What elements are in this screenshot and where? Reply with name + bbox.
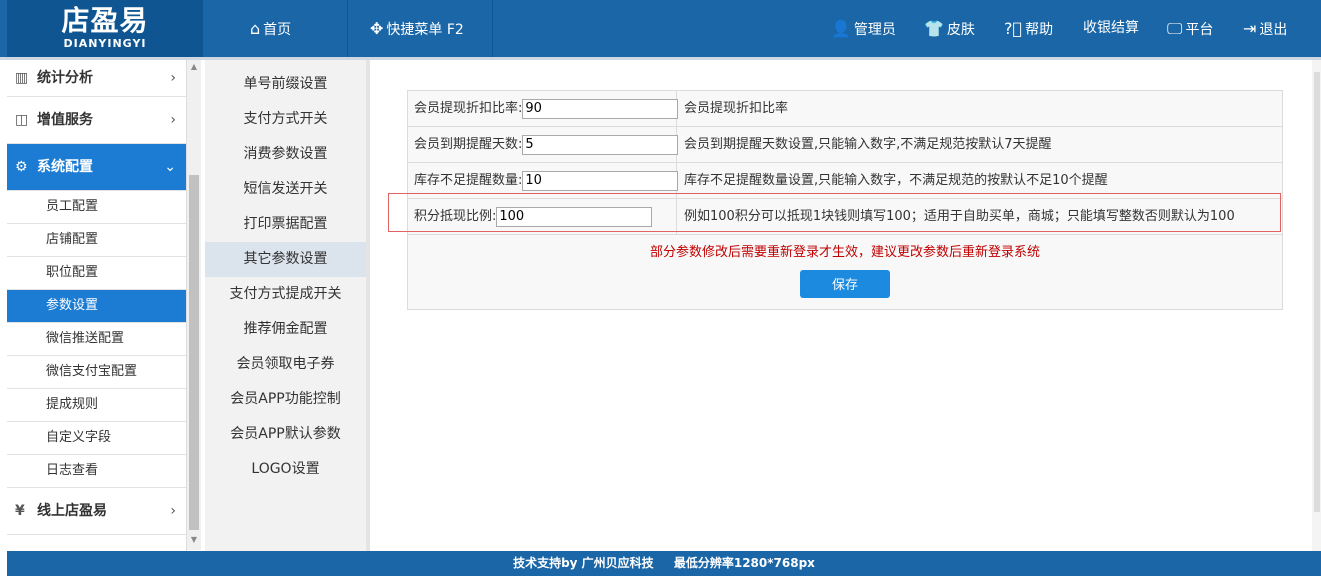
chevron-right-icon: › <box>170 70 176 86</box>
user-icon: 👤 <box>831 19 851 38</box>
logo-cn: 店盈易 <box>61 4 149 37</box>
sidebar-sub-params[interactable]: 参数设置 <box>7 290 186 323</box>
sidebar-item-label: 系统配置 <box>37 159 93 175</box>
form-row-withdraw-discount: 会员提现折扣比率: 会员提现折扣比率 <box>408 91 1282 127</box>
sidebar: ▥ 统计分析 › ◫ 增值服务 › ⚙ 系统配置 ⌄ 员工配置 店铺配置 职位配置 参… <box>7 60 187 551</box>
nav-home[interactable]: ⌂ 首页 <box>250 0 291 57</box>
chevron-right-icon: › <box>170 112 176 128</box>
subnav-payment-commission[interactable]: 支付方式提成开关 <box>205 277 366 312</box>
sidebar-item-online[interactable]: ¥ 线上店盈易 › <box>7 488 186 535</box>
expire-days-desc: 会员到期提醒天数设置,只能输入数字,不满足规范按默认7天提醒 <box>684 137 1052 152</box>
chevron-down-icon: ⌄ <box>164 159 176 175</box>
withdraw-discount-desc: 会员提现折扣比率 <box>684 101 789 116</box>
yen-monitor-icon: ¥ <box>15 503 25 519</box>
subnav-print-config[interactable]: 打印票据配置 <box>205 207 366 242</box>
stock-alert-label: 库存不足提醒数量: <box>414 173 523 188</box>
sidebar-sub-wechat-push[interactable]: 微信推送配置 <box>7 323 186 356</box>
subnav-sms-switch[interactable]: 短信发送开关 <box>205 172 366 207</box>
withdraw-discount-input[interactable] <box>522 98 679 119</box>
nav-separator <box>347 0 348 57</box>
help-icon: ?⃝ <box>1004 19 1023 38</box>
nav-quick-menu-label: 快捷菜单 F2 <box>386 22 464 38</box>
sidebar-item-label: 统计分析 <box>37 70 93 86</box>
subnav-other-params[interactable]: 其它参数设置 <box>205 242 366 277</box>
nav-logout[interactable]: ⇥ 退出 <box>1243 0 1287 57</box>
expire-days-label: 会员到期提醒天数: <box>414 137 523 152</box>
sidebar-item-label: 增值服务 <box>37 112 93 128</box>
subnav-payment-switch[interactable]: 支付方式开关 <box>205 102 366 137</box>
top-header: 店盈易 DIANYINGYI ⌂ 首页 ✥ 快捷菜单 F2 👤 管理员 👕 皮肤 ?⃝ 帮… <box>0 0 1321 57</box>
nav-quick-menu[interactable]: ✥ 快捷菜单 F2 <box>370 0 464 57</box>
form-row-points-ratio: 积分抵现比例: 例如100积分可以抵现1块钱则填写100；适用于自助买单，商城；… <box>408 199 1282 235</box>
nav-separator <box>492 0 493 57</box>
stock-alert-input[interactable] <box>522 170 679 191</box>
form-row-expire-days: 会员到期提醒天数: 会员到期提醒天数设置,只能输入数字,不满足规范按默认7天提醒 <box>408 127 1282 163</box>
nav-logout-label: 退出 <box>1259 22 1288 38</box>
logo-en: DIANYINGYI <box>63 37 147 50</box>
footer-resolution: 最低分辨率1280*768px <box>673 556 815 570</box>
sidebar-sub-store[interactable]: 店铺配置 <box>7 224 186 257</box>
logo: 店盈易 DIANYINGYI <box>7 0 203 57</box>
sidebar-item-value-added[interactable]: ◫ 增值服务 › <box>7 97 186 144</box>
nav-skin-label: 皮肤 <box>946 22 975 38</box>
form-row-stock-alert: 库存不足提醒数量: 库存不足提醒数量设置,只能输入数字，不满足规范的按默认不足1… <box>408 163 1282 199</box>
subnav-app-defaults[interactable]: 会员APP默认参数 <box>205 417 366 452</box>
scroll-thumb[interactable] <box>1314 72 1320 512</box>
content-scrollbar[interactable] <box>1312 60 1321 551</box>
nav-help-label: 帮助 <box>1025 22 1054 38</box>
logout-icon: ⇥ <box>1243 19 1257 38</box>
nav-help[interactable]: ?⃝ 帮助 <box>1004 0 1053 57</box>
sidebar-scrollbar[interactable]: ▲ ▼ <box>187 60 201 550</box>
settings-subnav: 单号前缀设置 支付方式开关 消费参数设置 短信发送开关 打印票据配置 其它参数设… <box>205 60 366 551</box>
footer-support: 技术支持by 广州贝应科技 <box>513 556 654 570</box>
move-icon: ✥ <box>370 19 384 38</box>
nav-checkout[interactable]: 收银结算 <box>1083 0 1139 57</box>
shirt-icon: 👕 <box>924 19 944 38</box>
sidebar-item-label: 线上店盈易 <box>37 503 107 519</box>
footer: 技术支持by 广州贝应科技 最低分辨率1280*768px <box>7 551 1321 576</box>
nav-checkout-label: 收银结算 <box>1083 20 1139 36</box>
sidebar-sub-staff[interactable]: 员工配置 <box>7 191 186 224</box>
withdraw-discount-label: 会员提现折扣比率: <box>414 101 523 116</box>
points-ratio-desc: 例如100积分可以抵现1块钱则填写100；适用于自助买单，商城；只能填写整数否则… <box>684 209 1235 224</box>
sidebar-item-stats[interactable]: ▥ 统计分析 › <box>7 60 186 97</box>
subnav-referral-commission[interactable]: 推荐佣金配置 <box>205 312 366 347</box>
sidebar-sub-wechat-alipay[interactable]: 微信支付宝配置 <box>7 356 186 389</box>
stock-alert-desc: 库存不足提醒数量设置,只能输入数字，不满足规范的按默认不足10个提醒 <box>684 173 1108 188</box>
map-icon: ◫ <box>15 112 29 128</box>
points-ratio-label: 积分抵现比例: <box>414 209 497 224</box>
sidebar-sub-position[interactable]: 职位配置 <box>7 257 186 290</box>
monitor-icon: 🖵 <box>1167 19 1183 38</box>
scroll-thumb[interactable] <box>189 175 199 530</box>
nav-skin[interactable]: 👕 皮肤 <box>924 0 975 57</box>
sidebar-sub-custom-fields[interactable]: 自定义字段 <box>7 422 186 455</box>
save-button[interactable]: 保存 <box>800 270 890 298</box>
gear-icon: ⚙ <box>15 159 28 175</box>
subnav-consume-params[interactable]: 消费参数设置 <box>205 137 366 172</box>
params-form: 会员提现折扣比率: 会员提现折扣比率 会员到期提醒天数: 会员到期提醒天数设置,… <box>407 90 1283 310</box>
main-content: 会员提现折扣比率: 会员提现折扣比率 会员到期提醒天数: 会员到期提醒天数设置,… <box>370 60 1310 551</box>
points-ratio-input[interactable] <box>496 206 653 227</box>
nav-admin-label: 管理员 <box>853 22 896 38</box>
nav-platform-label: 平台 <box>1185 22 1214 38</box>
chevron-right-icon: › <box>170 503 176 519</box>
nav-home-label: 首页 <box>263 22 292 38</box>
subnav-logo[interactable]: LOGO设置 <box>205 452 366 487</box>
subnav-app-control[interactable]: 会员APP功能控制 <box>205 382 366 417</box>
scroll-up-icon[interactable]: ▲ <box>187 62 201 71</box>
chart-icon: ▥ <box>15 70 29 86</box>
home-icon: ⌂ <box>250 19 261 38</box>
subnav-member-coupon[interactable]: 会员领取电子券 <box>205 347 366 382</box>
expire-days-input[interactable] <box>522 134 679 155</box>
nav-admin[interactable]: 👤 管理员 <box>831 0 896 57</box>
sidebar-item-system-config[interactable]: ⚙ 系统配置 ⌄ <box>7 144 186 191</box>
scroll-down-icon[interactable]: ▼ <box>187 535 201 544</box>
sidebar-sub-logs[interactable]: 日志查看 <box>7 455 186 488</box>
relogin-notice: 部分参数修改后需要重新登录才生效，建议更改参数后重新登录系统 <box>649 245 1040 260</box>
nav-platform[interactable]: 🖵 平台 <box>1167 0 1213 57</box>
sidebar-sub-commission[interactable]: 提成规则 <box>7 389 186 422</box>
subnav-order-prefix[interactable]: 单号前缀设置 <box>205 67 366 102</box>
